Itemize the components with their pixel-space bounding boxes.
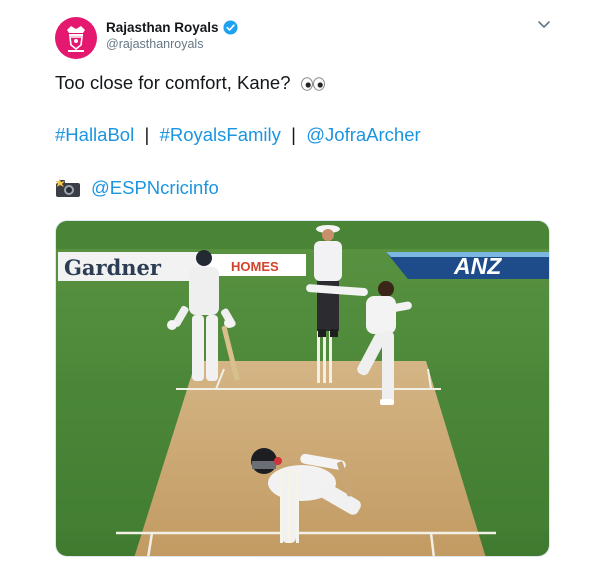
verified-badge-icon <box>223 20 238 35</box>
far-stumps <box>317 329 332 383</box>
board-right-text: ANZ <box>453 253 502 279</box>
hashtag-line: #HallaBol | #RoyalsFamily | @JofraArcher <box>55 124 421 146</box>
cricket-photo: Gardner HOMES ANZ <box>56 221 549 556</box>
account-names: Rajasthan Royals @rajasthanroyals <box>106 20 238 51</box>
mention-link[interactable]: @ESPNcricinfo <box>91 177 219 199</box>
separator: | <box>286 124 302 145</box>
board-middle-text: HOMES <box>231 259 279 274</box>
hashtag-link[interactable]: #RoyalsFamily <box>160 124 281 145</box>
tweet-text-line: Too close for comfort, Kane? <box>55 72 326 94</box>
account-handle[interactable]: @rajasthanroyals <box>106 37 238 51</box>
eyes-icon <box>300 77 325 91</box>
umpire-figure <box>314 225 342 337</box>
tweet-photo[interactable]: Gardner HOMES ANZ <box>55 220 550 557</box>
camera-flash-icon <box>55 178 80 197</box>
chevron-down-icon[interactable] <box>537 20 551 30</box>
near-stumps <box>278 470 301 543</box>
mention-link[interactable]: @JofraArcher <box>306 124 420 145</box>
account-display-name[interactable]: Rajasthan Royals <box>106 20 238 35</box>
display-name-text[interactable]: Rajasthan Royals <box>106 20 219 35</box>
avatar[interactable] <box>55 17 97 59</box>
separator: | <box>139 124 155 145</box>
rajasthan-royals-logo-icon <box>67 26 85 52</box>
hashtag-link[interactable]: #HallaBol <box>55 124 134 145</box>
tweet-text: Too close for comfort, Kane? <box>55 72 291 93</box>
photo-credit-line: @ESPNcricinfo <box>55 177 219 199</box>
board-left-text: Gardner <box>64 255 162 280</box>
tweet-card: Rajasthan Royals @rajasthanroyals Too cl… <box>0 0 600 578</box>
